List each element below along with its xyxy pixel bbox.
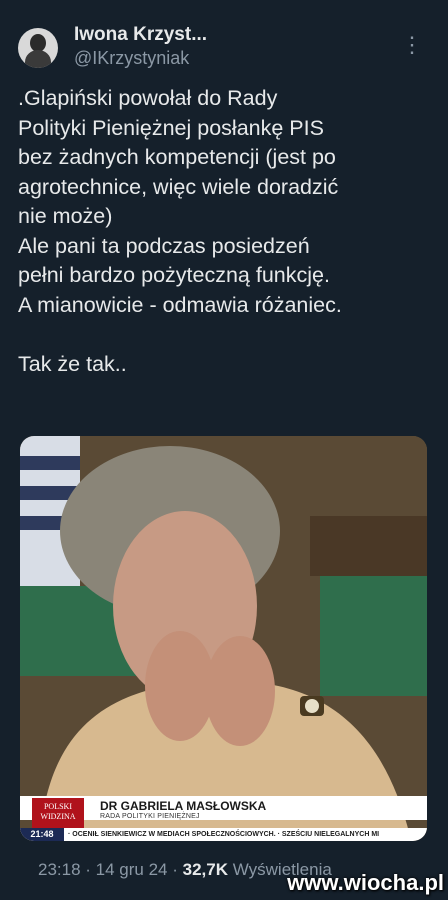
ticker-news-text: · OCENIŁ SIENKIEWICZ W MEDIACH SPOŁECZNO… [68,831,380,838]
author-avatar[interactable] [18,28,58,68]
author-display-name[interactable]: Iwona Krzyst... [74,24,207,46]
channel-logo: POLSKI WIDZINA [32,798,84,828]
views-count: 32,7K [182,860,229,879]
site-watermark: www.wiocha.pl [287,870,444,895]
tweet-text: .Glapiński powołał do Rady Polityki Pien… [18,86,342,376]
ticker-person-role: RADA POLITYKI PIENIĘŻNEJ [100,813,200,820]
ticker-person-name: DR GABRIELA MASŁOWSKA [100,799,267,813]
more-options-icon[interactable]: ⋮ [400,30,424,60]
tweet-time[interactable]: 23:18 [38,860,81,879]
tweet-media-image[interactable]: POLSKI WIDZINA DR GABRIELA MASŁOWSKA RAD… [20,436,427,841]
author-handle[interactable]: @IKrzystyniak [74,48,189,69]
meta-separator: · [85,860,96,879]
tweet-date[interactable]: 14 gru 24 [96,860,168,879]
tweet-header: Iwona Krzyst... @IKrzystyniak ⋮ [0,0,448,80]
avatar-body-shape [25,50,51,68]
tv-screenshot-illustration [20,436,427,841]
ticker-time: 21:48 [20,828,64,841]
meta-separator: · [172,860,183,879]
